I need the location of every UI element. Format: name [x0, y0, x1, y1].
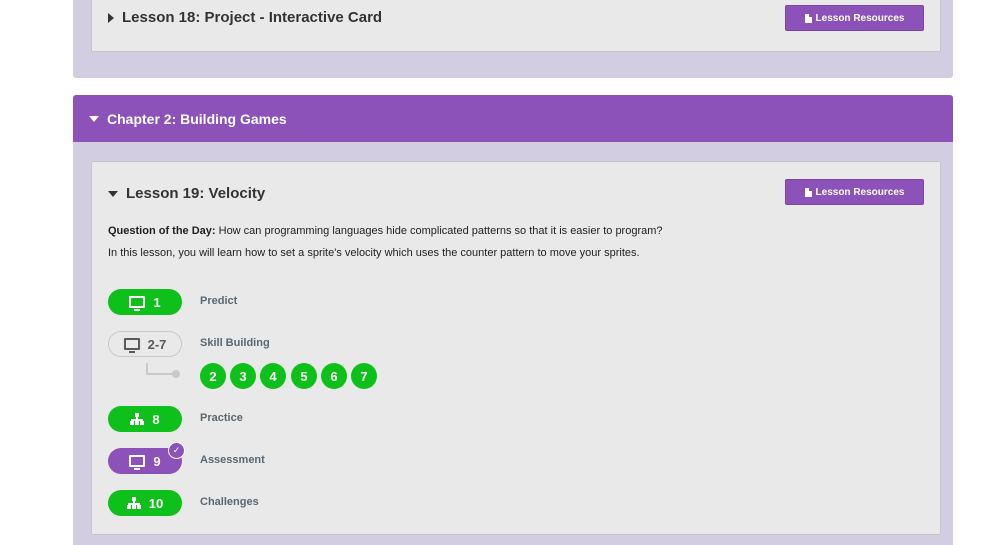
sublevel-4-bubble[interactable]: 4: [260, 363, 286, 389]
sublevel-6-bubble[interactable]: 6: [321, 363, 347, 389]
chapter-2-section: Chapter 2: Building Games Lesson 19: Vel…: [73, 95, 953, 545]
sublevel-7-bubble[interactable]: 7: [351, 363, 377, 389]
level-1-bubble[interactable]: 1: [108, 289, 182, 315]
level-2-7-label[interactable]: Skill Building: [200, 337, 270, 349]
monitor-icon: [123, 338, 140, 353]
level-2-7-bubble[interactable]: 2-7: [108, 331, 182, 357]
level-8-bubble[interactable]: 8: [108, 406, 182, 432]
chapter-1-section: Lesson 18: Project - Interactive Card Le…: [73, 0, 953, 78]
level-10-bubble[interactable]: 10: [108, 490, 182, 516]
collapse-caret-icon: [108, 190, 118, 197]
sublevel-3-bubble[interactable]: 3: [230, 363, 256, 389]
lesson-18-card: Lesson 18: Project - Interactive Card Le…: [91, 0, 941, 52]
document-icon: [804, 187, 812, 197]
lesson-19-title[interactable]: Lesson 19: Velocity: [108, 185, 265, 202]
expand-caret-icon: [108, 12, 114, 23]
lesson-description: In this lesson, you will learn how to se…: [108, 247, 640, 259]
level-8-label[interactable]: Practice: [200, 412, 243, 424]
sitemap-icon: [126, 497, 141, 509]
lesson-18-title[interactable]: Lesson 18: Project - Interactive Card: [108, 9, 382, 26]
question-of-the-day: Question of the Day: How can programming…: [108, 225, 663, 237]
lesson-19-card: Lesson 19: Velocity Lesson Resources Que…: [91, 161, 941, 535]
lesson-resources-button[interactable]: Lesson Resources: [785, 179, 924, 205]
chapter-title: Chapter 2: Building Games: [107, 110, 287, 127]
level-9-label[interactable]: Assessment: [200, 454, 265, 466]
monitor-icon: [129, 455, 146, 470]
lesson-resources-button[interactable]: Lesson Resources: [785, 5, 924, 31]
checkmark-icon: ✓: [168, 442, 185, 459]
level-1-label[interactable]: Predict: [200, 295, 237, 307]
chapter-2-header[interactable]: Chapter 2: Building Games: [73, 95, 953, 142]
sublevel-2-bubble[interactable]: 2: [200, 363, 226, 389]
level-10-label[interactable]: Challenges: [200, 496, 259, 508]
sitemap-icon: [130, 413, 145, 425]
sublevel-connector-dot: [172, 370, 180, 378]
sublevel-5-bubble[interactable]: 5: [291, 363, 317, 389]
document-icon: [804, 13, 812, 23]
collapse-caret-icon: [89, 115, 99, 122]
monitor-icon: [129, 296, 146, 311]
